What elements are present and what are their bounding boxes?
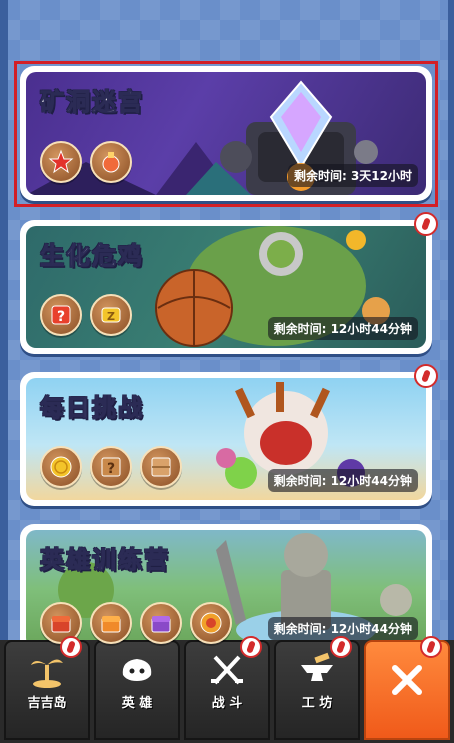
reward-crate[interactable]: [140, 446, 182, 488]
event-card-art: 生化危鸡 ? Z 剩余时间: 12小时44分钟: [26, 226, 426, 348]
card-title: 生化危鸡: [40, 242, 144, 271]
reward-red-star[interactable]: [40, 141, 82, 183]
event-card-art: 每日挑战 ? 剩余时间: 12小时44分钟: [26, 378, 426, 500]
nav-label: 工 坊: [301, 696, 333, 711]
bottom-nav: 吉吉岛 英 雄 战 斗 工 坊: [0, 636, 454, 743]
nav-battle[interactable]: 战 斗: [184, 636, 270, 740]
card-title: 矿洞迷宫: [40, 88, 144, 117]
red-chest-icon: [51, 616, 71, 633]
reward-mystery-box[interactable]: ?: [40, 294, 82, 336]
alert-icon: [414, 212, 438, 236]
crate-icon: [151, 457, 171, 477]
alert-icon: [414, 364, 438, 388]
close-button[interactable]: [364, 636, 450, 740]
anvil-icon: [295, 650, 339, 690]
event-card-bio-chicken[interactable]: 生化危鸡 ? Z 剩余时间: 12小时44分钟: [20, 212, 438, 354]
emblem-icon: [200, 612, 222, 634]
card-title: 英雄训练营: [40, 546, 170, 575]
alert-icon: [330, 636, 352, 658]
reward-potion[interactable]: [90, 141, 132, 183]
nav-label: 战 斗: [211, 696, 243, 711]
card-title: 每日挑战: [40, 394, 144, 423]
side-strip-right: [448, 0, 454, 743]
time-remaining: 剩余时间: 12小时44分钟: [267, 469, 418, 492]
nav-label: 吉吉岛: [27, 696, 67, 711]
close-icon: [385, 660, 429, 700]
time-remaining: 剩余时间: 12小时44分钟: [267, 317, 418, 340]
alert-icon: [240, 636, 262, 658]
svg-text:?: ?: [57, 309, 65, 325]
gold-coin-icon: [50, 456, 72, 478]
event-card-mine-maze[interactable]: 矿洞迷宫 剩余时间: 3天12小时: [20, 66, 432, 201]
reward-emblem[interactable]: [190, 602, 232, 644]
event-card-art: 矿洞迷宫 剩余时间: 3天12小时: [26, 72, 426, 195]
red-star-icon: [48, 149, 74, 174]
event-card-hero-camp[interactable]: 英雄训练营 剩余时间: 12小时44分钟: [20, 524, 432, 654]
time-remaining: 剩余时间: 3天12小时: [287, 164, 418, 187]
nav-island[interactable]: 吉吉岛: [4, 636, 90, 740]
svg-text:?: ?: [107, 461, 115, 477]
mystery-box-icon: ?: [51, 305, 71, 325]
event-card-art: 英雄训练营 剩余时间: 12小时44分钟: [26, 530, 426, 648]
reward-list: ?: [40, 446, 182, 488]
reward-gold-coin[interactable]: [40, 446, 82, 488]
hero-head-icon: [115, 650, 159, 690]
alert-icon: [60, 636, 82, 658]
reward-gold-ticket[interactable]: Z: [90, 294, 132, 336]
orange-chest-icon: [101, 616, 121, 633]
purple-chest-icon: [151, 616, 171, 633]
nav-heroes[interactable]: 英 雄: [94, 640, 180, 740]
nav-label: 英 雄: [121, 696, 153, 711]
mystery-crate-icon: ?: [101, 457, 121, 477]
gold-ticket-icon: Z: [101, 307, 121, 323]
side-strip-left: [0, 0, 8, 743]
reward-list: ? Z: [40, 294, 132, 336]
reward-chest-orange[interactable]: [90, 602, 132, 644]
palm-tree-icon: [25, 650, 69, 690]
alert-icon: [420, 636, 442, 658]
crossed-swords-icon: [205, 650, 249, 690]
nav-workshop[interactable]: 工 坊: [274, 636, 360, 740]
svg-text:Z: Z: [107, 310, 115, 323]
reward-list: [40, 141, 132, 183]
reward-chest-purple[interactable]: [140, 602, 182, 644]
event-card-daily-challenge[interactable]: 每日挑战 ? 剩余时间: 12小时44分钟: [20, 364, 438, 506]
potion-icon: [102, 152, 120, 173]
reward-mystery-crate[interactable]: ?: [90, 446, 132, 488]
